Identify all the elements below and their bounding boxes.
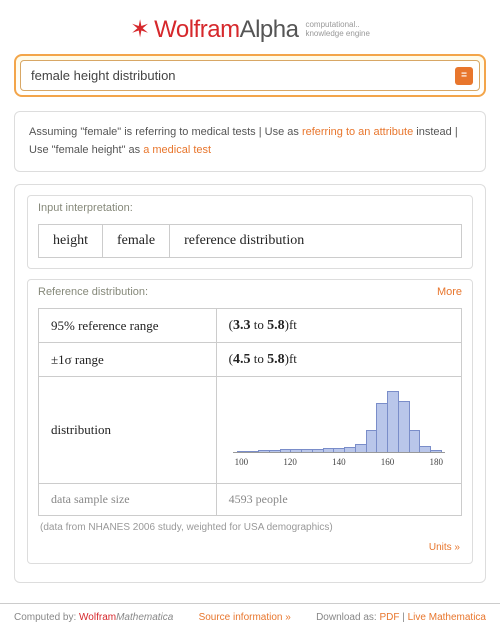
table-row: 95% reference range (3.3 to 5.8)ft: [39, 309, 462, 343]
pod-reference-distribution: Reference distribution: More 95% referen…: [27, 279, 473, 564]
distribution-table: 95% reference range (3.3 to 5.8)ft ±1σ r…: [38, 308, 462, 516]
results-container: Input interpretation: height female refe…: [14, 184, 486, 583]
table-row: ±1σ range (4.5 to 5.8)ft: [39, 343, 462, 377]
download-pdf-link[interactable]: PDF: [379, 612, 399, 623]
interp-cell: height: [39, 225, 103, 257]
histogram-chart: 100 120 140 160 180: [229, 385, 449, 475]
row-value: (3.3 to 5.8)ft: [216, 309, 461, 343]
row-label: 95% reference range: [39, 309, 217, 343]
interp-cell: reference distribution: [170, 225, 318, 257]
row-label: ±1σ range: [39, 343, 217, 377]
axis-tick: 140: [332, 457, 346, 467]
pod-input-interpretation: Input interpretation: height female refe…: [27, 195, 473, 269]
computed-by: Computed by: WolframMathematica: [14, 612, 173, 623]
pod-title: Input interpretation:: [38, 202, 133, 214]
logo-text: WolframAlpha: [154, 16, 298, 44]
assumption-link-attribute[interactable]: referring to an attribute: [302, 126, 413, 138]
interpretation-cells: height female reference distribution: [38, 224, 462, 258]
download-as: Download as: PDF | Live Mathematica: [316, 612, 486, 623]
units-link[interactable]: Units »: [429, 542, 460, 553]
histogram-bar: [430, 450, 442, 452]
assumption-link-medical-test[interactable]: a medical test: [143, 144, 211, 156]
assumption-text: Assuming "female" is referring to medica…: [29, 126, 302, 138]
equals-icon: =: [461, 70, 467, 81]
logo: ✶ WolframAlpha computational..knowledge …: [14, 16, 486, 44]
row-label: data sample size: [39, 484, 217, 516]
row-value: 4593 people: [216, 484, 461, 516]
row-label: distribution: [39, 377, 217, 484]
search-bar: =: [14, 54, 486, 97]
source-information-link[interactable]: Source information »: [199, 612, 291, 623]
pod-title: Reference distribution:: [38, 286, 148, 298]
footer-bar: Computed by: WolframMathematica Source i…: [0, 603, 500, 633]
distribution-chart-cell: 100 120 140 160 180: [216, 377, 461, 484]
interp-cell: female: [103, 225, 170, 257]
table-row: data sample size 4593 people: [39, 484, 462, 516]
assumption-box: Assuming "female" is referring to medica…: [14, 111, 486, 172]
axis-tick: 120: [283, 457, 297, 467]
logo-tagline: computational..knowledge engine: [305, 21, 370, 39]
table-row: distribution 100 120 140 160 180: [39, 377, 462, 484]
search-submit-button[interactable]: =: [455, 67, 473, 85]
row-value: (4.5 to 5.8)ft: [216, 343, 461, 377]
source-note: (data from NHANES 2006 study, weighted f…: [38, 516, 462, 535]
logo-star-icon: ✶: [130, 18, 150, 42]
download-live-mathematica-link[interactable]: Live Mathematica: [408, 612, 486, 623]
axis-tick: 160: [381, 457, 395, 467]
more-link[interactable]: More: [437, 286, 462, 298]
search-input[interactable]: [27, 66, 455, 85]
axis-tick: 100: [235, 457, 249, 467]
axis-tick: 180: [429, 457, 443, 467]
